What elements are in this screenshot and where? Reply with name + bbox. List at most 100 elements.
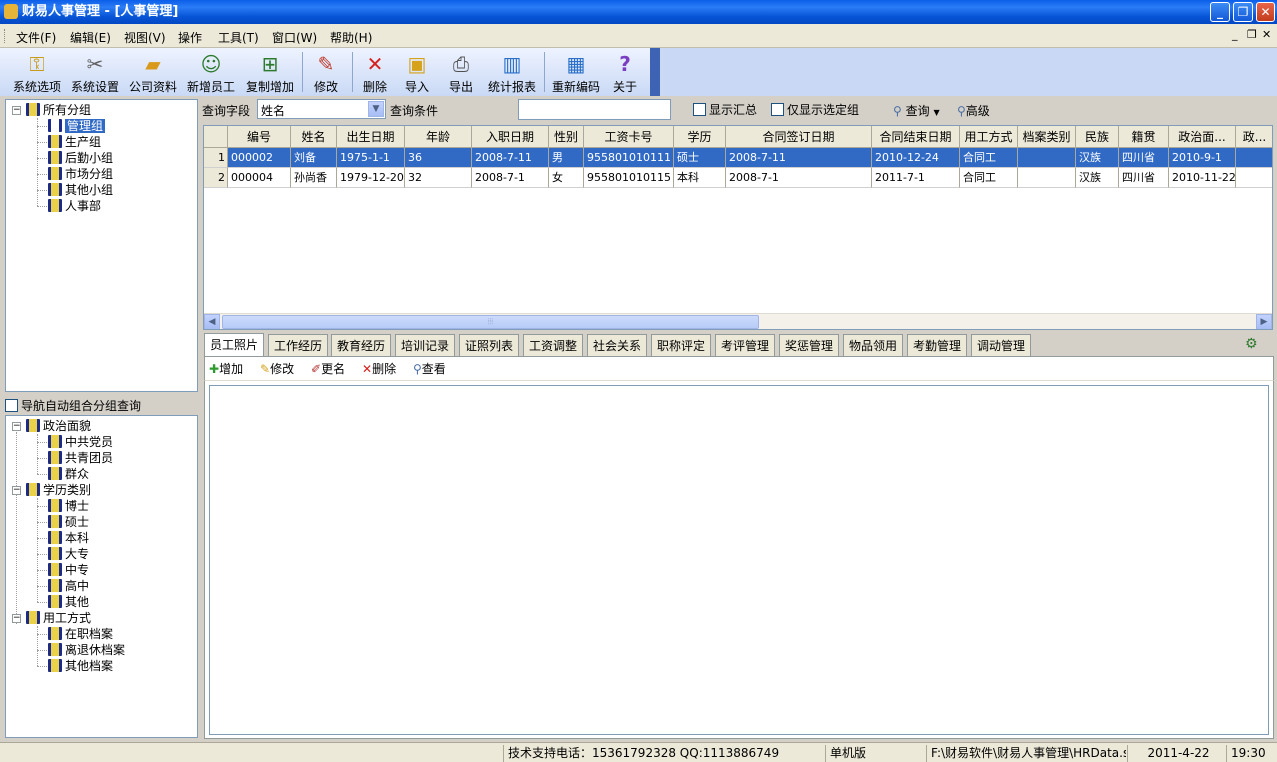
tree-item-active-records[interactable]: 在职档案	[48, 626, 113, 642]
tab-training-records[interactable]: 培训记录	[395, 334, 456, 356]
tree-item-master[interactable]: 硕士	[48, 514, 89, 530]
close-button[interactable]: ✕	[1256, 2, 1275, 22]
collapse-toggle[interactable]: −	[12, 614, 21, 623]
table-cell[interactable]: 955801010115	[584, 168, 674, 188]
edit-button[interactable]: ✎ 修改	[310, 50, 342, 94]
tab-attendance-management[interactable]: 考勤管理	[907, 334, 968, 356]
delete-button[interactable]: ✕ 删除	[360, 50, 390, 94]
table-cell[interactable]: 36	[405, 148, 472, 168]
tree-item-college[interactable]: 大专	[48, 546, 89, 562]
column-header[interactable]: 工资卡号	[584, 126, 674, 148]
tree-item-logistics-group[interactable]: 后勤小组	[48, 150, 113, 166]
add-employee-button[interactable]: ☺ 新增员工	[186, 50, 236, 94]
table-cell[interactable]: 2010-11-22	[1169, 168, 1236, 188]
system-options-button[interactable]: ⚿ 系统选项	[12, 50, 62, 94]
scroll-left-button[interactable]: ◀	[204, 314, 220, 329]
menu-window[interactable]: 窗口(W)	[272, 29, 317, 46]
tab-education-history[interactable]: 教育经历	[331, 334, 392, 356]
settings-icon[interactable]: ⚙	[1245, 336, 1258, 352]
table-cell[interactable]: 女	[549, 168, 584, 188]
category-tree-panel[interactable]: − 政治面貌 中共党员 共青团员 群众 − 学历类别 博士 硕士 本科 大专 中…	[5, 415, 198, 738]
tree-item-production-group[interactable]: 生产组	[48, 134, 101, 150]
table-cell[interactable]: 硕士	[674, 148, 726, 168]
tree-item-market-group[interactable]: 市场分组	[48, 166, 113, 182]
query-condition-input[interactable]	[518, 99, 671, 120]
tree-node-employment-type[interactable]: 用工方式	[26, 610, 91, 626]
table-cell[interactable]: 刘备	[291, 148, 337, 168]
table-cell[interactable]	[1236, 168, 1272, 188]
tree-item-other-group[interactable]: 其他小组	[48, 182, 113, 198]
collapse-toggle[interactable]: −	[12, 422, 21, 431]
tree-item-other-records[interactable]: 其他档案	[48, 658, 113, 674]
column-header[interactable]: 籍贯	[1119, 126, 1169, 148]
tree-item-retired-records[interactable]: 离退休档案	[48, 642, 125, 658]
only-selected-group-checkbox[interactable]: 仅显示选定组	[771, 102, 859, 118]
menu-edit[interactable]: 编辑(E)	[70, 29, 111, 46]
edit-detail-button[interactable]: ✎修改	[260, 360, 294, 377]
tab-salary-adjustment[interactable]: 工资调整	[523, 334, 584, 356]
tab-certificate-list[interactable]: 证照列表	[459, 334, 520, 356]
rename-button[interactable]: ✐更名	[311, 360, 345, 377]
employee-grid[interactable]: 编号 姓名 出生日期 年龄 入职日期 性别 工资卡号 学历 合同签订日期 合同结…	[203, 125, 1273, 330]
table-cell[interactable]: 汉族	[1076, 148, 1119, 168]
group-tree-panel[interactable]: − 所有分组 管理组 生产组 后勤小组 市场分组 其他小组 人事部	[5, 99, 198, 392]
table-cell[interactable]: 2008-7-1	[472, 168, 549, 188]
column-header[interactable]: 姓名	[291, 126, 337, 148]
tab-employee-photo[interactable]: 员工照片	[204, 333, 265, 357]
delete-detail-button[interactable]: ✕删除	[362, 360, 396, 377]
table-cell[interactable]	[1236, 148, 1272, 168]
table-cell[interactable]: 2008-7-11	[726, 148, 872, 168]
table-cell[interactable]: 合同工	[960, 168, 1018, 188]
tab-transfer-management[interactable]: 调动管理	[971, 334, 1032, 356]
add-button[interactable]: ✚增加	[209, 360, 243, 377]
horizontal-scrollbar[interactable]: ◀ ⦙⦙⦙ ▶	[204, 313, 1272, 329]
minimize-button[interactable]: _	[1210, 2, 1230, 22]
table-cell[interactable]: 合同工	[960, 148, 1018, 168]
column-header[interactable]: 政...	[1236, 126, 1272, 148]
column-header[interactable]: 性别	[549, 126, 584, 148]
table-cell[interactable]: 32	[405, 168, 472, 188]
tab-appraisal-management[interactable]: 考评管理	[715, 334, 776, 356]
menu-file[interactable]: 文件(F)	[16, 29, 56, 46]
system-settings-button[interactable]: ✂ 系统设置	[70, 50, 120, 94]
scroll-thumb[interactable]: ⦙⦙⦙	[222, 315, 759, 329]
tree-item-doctorate[interactable]: 博士	[48, 498, 89, 514]
table-cell[interactable]: 2011-7-1	[872, 168, 960, 188]
mdi-minimize-button[interactable]: _	[1232, 28, 1238, 41]
collapse-toggle[interactable]: −	[12, 486, 21, 495]
table-cell[interactable]	[1018, 148, 1076, 168]
tree-node-political-status[interactable]: 政治面貌	[26, 418, 91, 434]
mdi-restore-button[interactable]: ❐	[1247, 28, 1257, 41]
menu-tools[interactable]: 工具(T)	[218, 29, 259, 46]
restore-button[interactable]: ❐	[1233, 2, 1253, 22]
tree-item-hr-department[interactable]: 人事部	[48, 198, 101, 214]
tree-node-education[interactable]: 学历类别	[26, 482, 91, 498]
column-header[interactable]: 合同结束日期	[872, 126, 960, 148]
tree-item-technical-school[interactable]: 中专	[48, 562, 89, 578]
table-cell[interactable]: 四川省	[1119, 148, 1169, 168]
tree-item-youth-league[interactable]: 共青团员	[48, 450, 113, 466]
table-cell[interactable]: 2010-12-24	[872, 148, 960, 168]
title-bar[interactable]: 财易人事管理 - [人事管理] _ ❐ ✕	[0, 0, 1277, 24]
tree-root-all-groups[interactable]: 所有分组	[26, 102, 91, 118]
toolbar-overflow-button[interactable]	[650, 48, 660, 96]
dropdown-arrow-icon[interactable]: ▼	[933, 108, 939, 117]
column-header[interactable]: 政治面...	[1169, 126, 1236, 148]
tab-social-relations[interactable]: 社会关系	[587, 334, 648, 356]
company-info-button[interactable]: ▰ 公司资料	[128, 50, 178, 94]
table-cell[interactable]: 四川省	[1119, 168, 1169, 188]
tab-work-history[interactable]: 工作经历	[268, 334, 329, 356]
column-header[interactable]: 入职日期	[472, 126, 549, 148]
column-header[interactable]: 编号	[228, 126, 291, 148]
table-cell[interactable]: 955801010111	[584, 148, 674, 168]
menu-view[interactable]: 视图(V)	[124, 29, 166, 46]
tree-item-party-member[interactable]: 中共党员	[48, 434, 113, 450]
re-encode-button[interactable]: ▦ 重新编码	[550, 50, 602, 94]
table-cell[interactable]: 男	[549, 148, 584, 168]
menu-operation[interactable]: 操作	[178, 29, 202, 46]
statistics-report-button[interactable]: ▥ 统计报表	[486, 50, 538, 94]
query-button[interactable]: ⚲ 查询 ▼	[893, 102, 940, 119]
export-button[interactable]: ⎙ 导出	[446, 50, 476, 94]
column-header[interactable]: 民族	[1076, 126, 1119, 148]
table-cell[interactable]: 汉族	[1076, 168, 1119, 188]
